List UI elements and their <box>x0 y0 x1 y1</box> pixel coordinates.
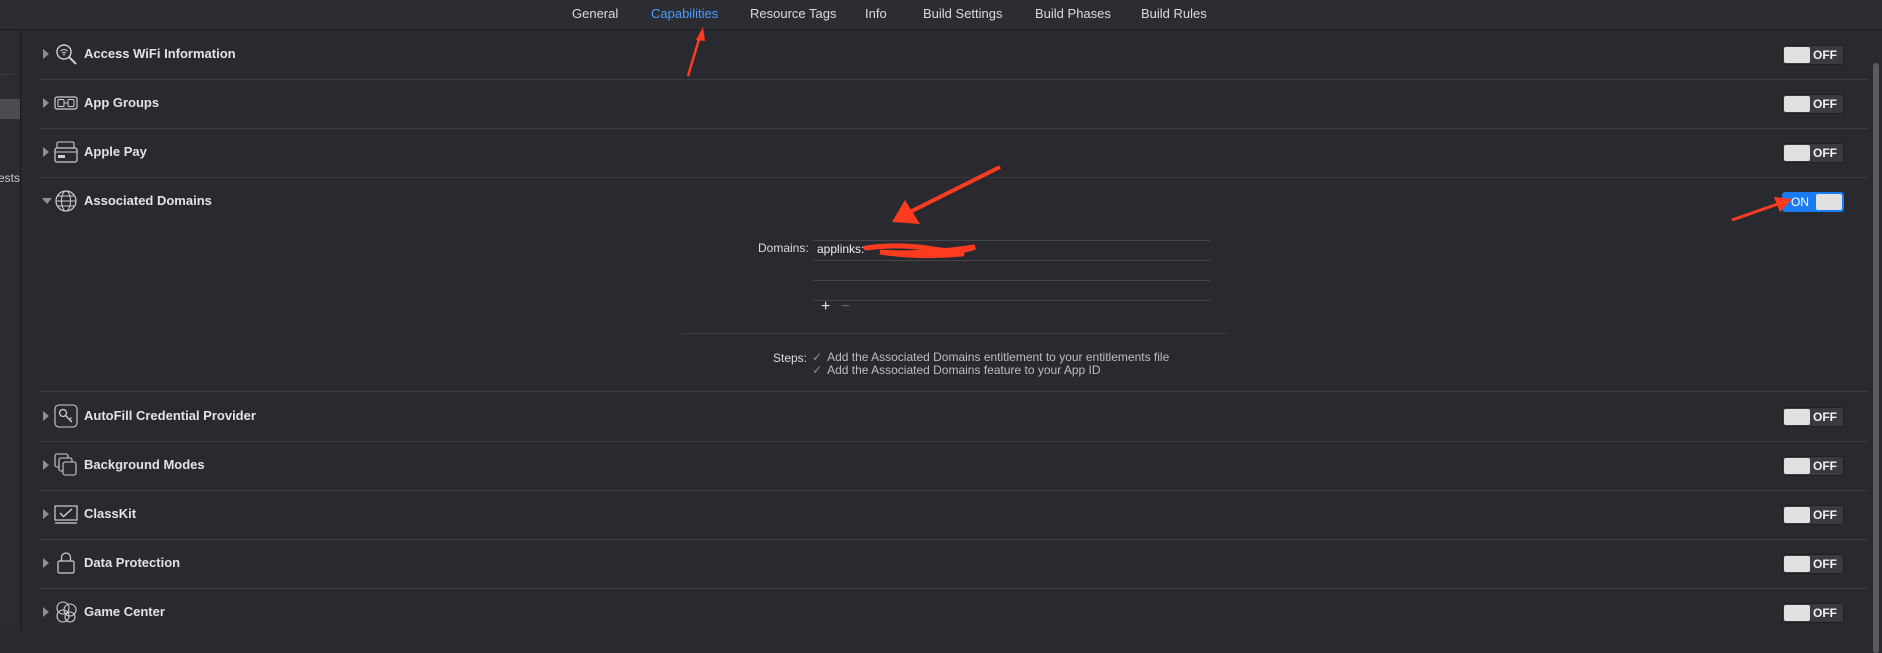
steps-list: ✓ Add the Associated Domains entitlement … <box>812 351 1169 377</box>
toggle-knob <box>1784 458 1810 474</box>
capability-title: Apple Pay <box>84 144 147 159</box>
toggle-knob <box>1784 507 1810 523</box>
capability-toggle[interactable]: OFF <box>1782 603 1844 623</box>
toggle-knob <box>1784 145 1810 161</box>
capability-title: AutoFill Credential Provider <box>84 408 256 423</box>
toggle-knob <box>1784 96 1810 112</box>
tab-bar: General Capabilities Resource Tags Info … <box>0 0 1882 30</box>
toggle-knob <box>1784 605 1810 621</box>
checkmark-icon: ✓ <box>812 350 823 364</box>
capability-row-associated-domains: Associated Domains ON <box>40 177 1868 221</box>
toggle-state-label: OFF <box>1813 508 1837 522</box>
disclosure-triangle[interactable] <box>43 460 49 470</box>
wallet-card-icon <box>54 141 78 163</box>
disclosure-triangle[interactable] <box>43 558 49 568</box>
disclosure-triangle[interactable] <box>43 411 49 421</box>
capability-toggle[interactable]: OFF <box>1782 143 1844 163</box>
section-divider <box>682 333 1228 334</box>
capability-row-access-wifi: Access WiFi Information OFF <box>40 30 1868 80</box>
toggle-state-label: OFF <box>1813 459 1837 473</box>
disclosure-triangle[interactable] <box>43 607 49 617</box>
key-icon <box>54 404 78 428</box>
tab-build-settings[interactable]: Build Settings <box>923 6 1003 21</box>
sidebar-divider <box>0 74 14 75</box>
capability-title: Game Center <box>84 604 165 619</box>
game-center-bubbles-icon <box>56 601 77 623</box>
capability-toggle[interactable]: OFF <box>1782 94 1844 114</box>
tab-build-rules[interactable]: Build Rules <box>1141 6 1207 21</box>
globe-icon <box>55 190 77 212</box>
toggle-state-label: OFF <box>1813 606 1837 620</box>
associated-domains-detail: Domains: applinks: + − Steps: ✓ Add the As… <box>40 221 1868 392</box>
capability-row-autofill: AutoFill Credential Provider OFF <box>40 392 1868 442</box>
remove-domain-button[interactable]: − <box>841 298 861 316</box>
sidebar: ests <box>0 30 21 630</box>
capability-title: Access WiFi Information <box>84 46 236 61</box>
domain-entry[interactable]: applinks: <box>813 240 1210 261</box>
toggle-state-label: OFF <box>1813 557 1837 571</box>
scroll-thumb[interactable] <box>1873 63 1879 653</box>
toggle-state-label: OFF <box>1813 97 1837 111</box>
steps-label: Steps: <box>773 351 808 365</box>
domain-entry-empty[interactable] <box>813 281 1210 301</box>
magnifier-wifi-icon <box>56 44 77 65</box>
add-domain-button[interactable]: + <box>821 298 841 316</box>
capability-title: Associated Domains <box>84 193 212 208</box>
disclosure-triangle[interactable] <box>43 147 49 157</box>
list-controls: + − <box>821 298 861 316</box>
layered-squares-icon <box>54 453 77 476</box>
capability-toggle[interactable]: ON <box>1782 192 1844 212</box>
toggle-state-label: OFF <box>1813 146 1837 160</box>
classkit-board-icon <box>54 505 78 524</box>
step-item: ✓ Add the Associated Domains feature to y… <box>812 364 1169 377</box>
tab-general[interactable]: General <box>572 6 618 21</box>
disclosure-triangle[interactable] <box>43 98 49 108</box>
domains-list: applinks: <box>813 240 1210 301</box>
scrollbar[interactable] <box>1868 30 1882 653</box>
padlock-icon <box>57 552 75 574</box>
disclosure-triangle-open[interactable] <box>42 198 52 204</box>
capability-toggle[interactable]: OFF <box>1782 554 1844 574</box>
sidebar-selected-item[interactable] <box>0 99 20 119</box>
toggle-state-label: OFF <box>1813 48 1837 62</box>
capability-toggle[interactable]: OFF <box>1782 45 1844 65</box>
capability-toggle[interactable]: OFF <box>1782 505 1844 525</box>
capability-row-background-modes: Background Modes OFF <box>40 441 1868 491</box>
domains-label: Domains: <box>758 241 809 255</box>
disclosure-triangle[interactable] <box>43 49 49 59</box>
tab-capabilities[interactable]: Capabilities <box>651 6 718 21</box>
capability-title: Data Protection <box>84 555 181 570</box>
tab-resource-tags[interactable]: Resource Tags <box>750 6 836 21</box>
step-text: Add the Associated Domains feature to yo… <box>827 363 1101 377</box>
domain-entry-empty[interactable] <box>813 261 1210 281</box>
tab-info[interactable]: Info <box>865 6 887 21</box>
toggle-knob <box>1816 194 1842 210</box>
capability-title: Background Modes <box>84 457 205 472</box>
capability-title: App Groups <box>84 95 160 110</box>
toggle-knob <box>1784 556 1810 572</box>
checkmark-icon: ✓ <box>812 363 823 377</box>
app-groups-icon <box>54 96 78 110</box>
capability-row-data-protection: Data Protection OFF <box>40 539 1868 589</box>
toggle-knob <box>1784 47 1810 63</box>
capability-row-apple-pay: Apple Pay OFF <box>40 128 1868 178</box>
capability-toggle[interactable]: OFF <box>1782 407 1844 427</box>
step-text: Add the Associated Domains entitlement t… <box>827 350 1170 364</box>
tab-build-phases[interactable]: Build Phases <box>1035 6 1111 21</box>
capability-row-classkit: ClassKit OFF <box>40 490 1868 540</box>
capability-title: ClassKit <box>84 506 137 521</box>
sidebar-item-label[interactable]: ests <box>0 171 20 185</box>
capability-toggle[interactable]: OFF <box>1782 456 1844 476</box>
capability-row-app-groups: App Groups OFF <box>40 79 1868 129</box>
toggle-state-label: ON <box>1791 195 1809 209</box>
toggle-state-label: OFF <box>1813 410 1837 424</box>
disclosure-triangle[interactable] <box>43 509 49 519</box>
toggle-knob <box>1784 409 1810 425</box>
